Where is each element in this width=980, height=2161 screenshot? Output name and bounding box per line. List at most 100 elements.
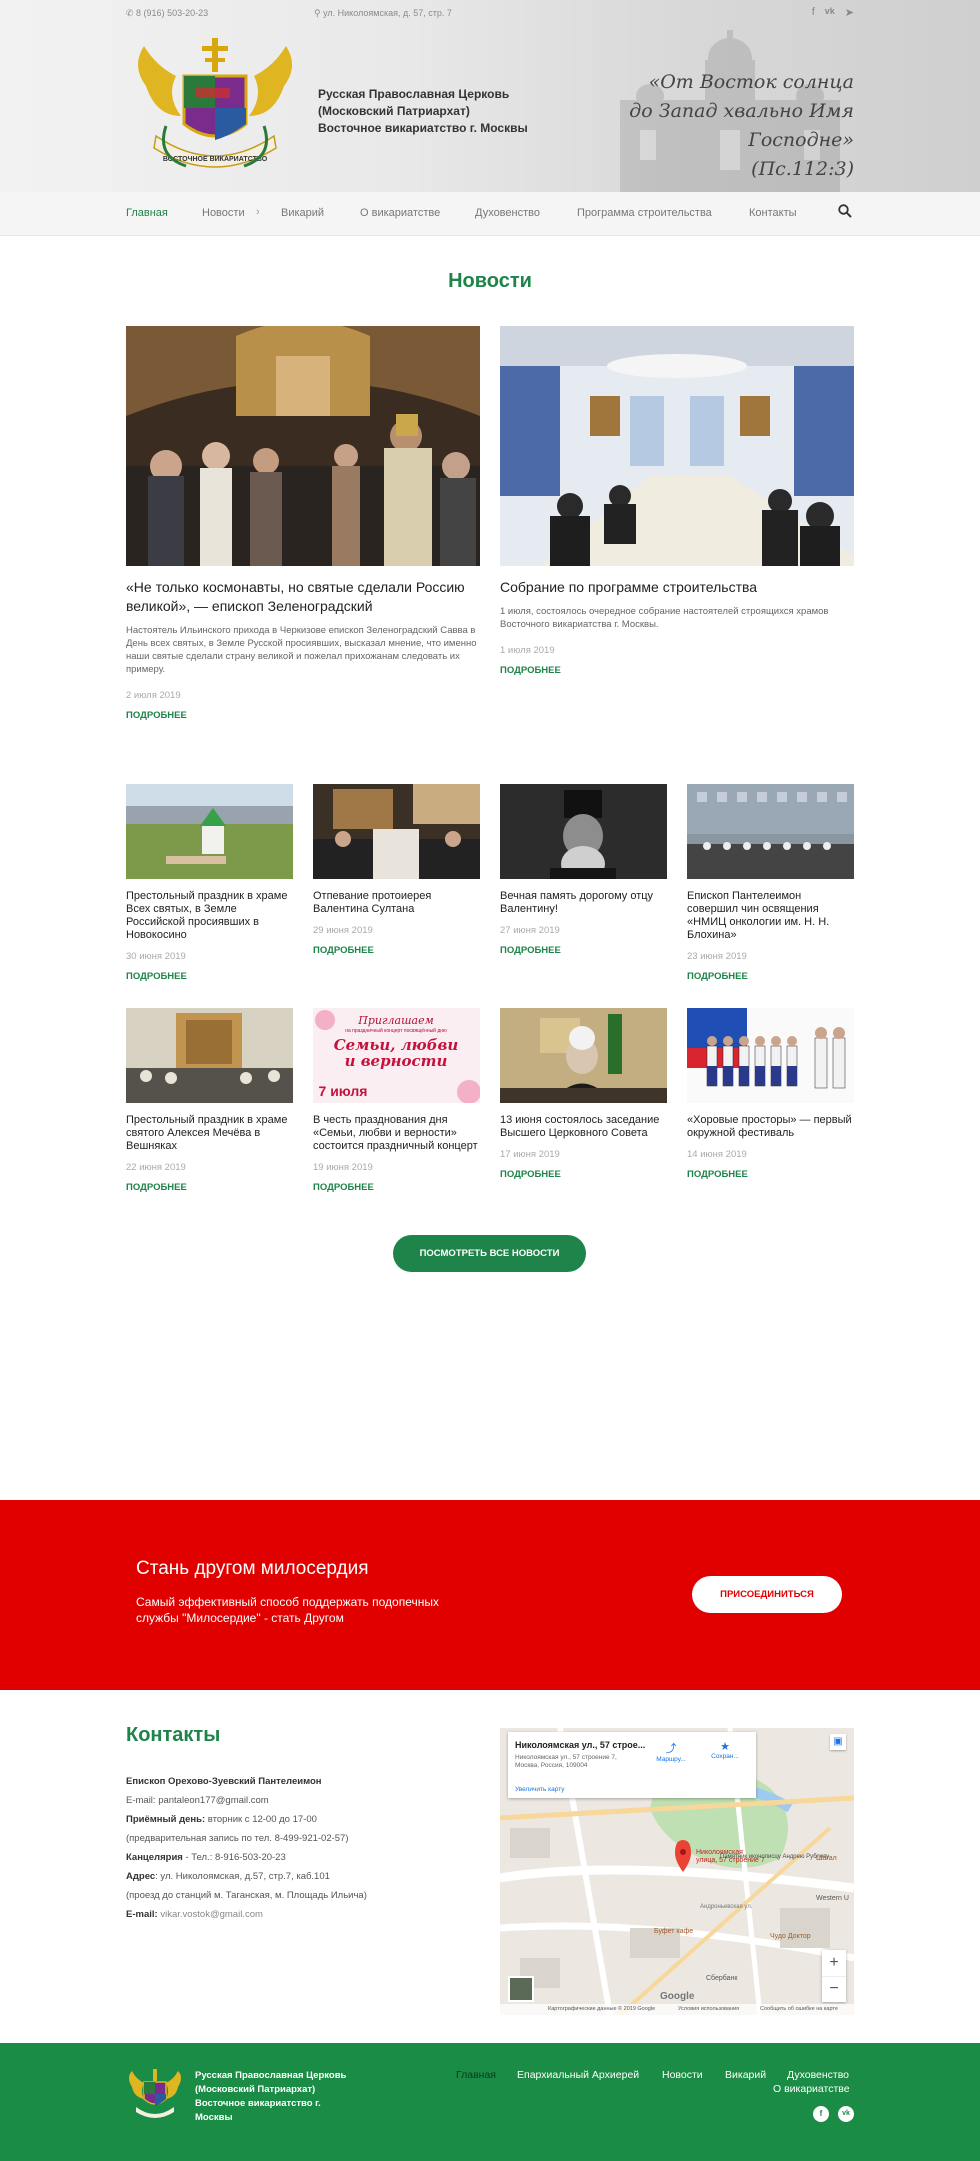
news-image[interactable] bbox=[126, 1008, 293, 1103]
phone-info: ✆ 8 (916) 503-20-23 bbox=[126, 8, 208, 19]
directions-icon: ⤴ bbox=[665, 1743, 677, 1755]
satellite-toggle[interactable] bbox=[508, 1976, 534, 2002]
star-icon: ★ bbox=[720, 1741, 730, 1753]
news-title[interactable]: Вечная память дорогому отцу Валентину! bbox=[500, 890, 667, 916]
google-map[interactable]: Памятник иконописцу Андрею Рублеву Буфет… bbox=[500, 1728, 854, 2015]
nav-item-home[interactable]: Главная bbox=[126, 207, 168, 219]
news-image[interactable] bbox=[313, 784, 480, 879]
address-label: Адрес bbox=[126, 1871, 156, 1882]
news-card[interactable]: Вечная память дорогому отцу Валентину! 2… bbox=[500, 784, 667, 958]
nav-item-news[interactable]: Новости bbox=[202, 207, 245, 219]
news-date: 22 июня 2019 bbox=[126, 1162, 186, 1173]
news-image[interactable] bbox=[126, 784, 293, 879]
news-title[interactable]: Епископ Пантелеимон совершил чин освящен… bbox=[687, 890, 854, 942]
read-more-link[interactable]: ПОДРОБНЕЕ bbox=[126, 710, 187, 721]
read-more-link[interactable]: ПОДРОБНЕЕ bbox=[500, 1169, 561, 1180]
news-date: 29 июня 2019 bbox=[313, 925, 373, 936]
read-more-link[interactable]: ПОДРОБНЕЕ bbox=[126, 971, 187, 982]
route-button[interactable]: ⤴ Маршру... bbox=[650, 1740, 692, 1763]
news-image[interactable] bbox=[500, 1008, 667, 1103]
email-label: E-mail: bbox=[126, 1909, 158, 1920]
news-card[interactable]: Престольный праздник в храме Всех святых… bbox=[126, 784, 293, 984]
news-card[interactable]: Епископ Пантелеимон совершил чин освящен… bbox=[687, 784, 854, 984]
read-more-link[interactable]: ПОДРОБНЕЕ bbox=[500, 945, 561, 956]
featured-news-card[interactable]: Собрание по программе строительства 1 ию… bbox=[500, 326, 854, 678]
news-image[interactable] bbox=[687, 784, 854, 879]
nav-item-vicar[interactable]: Викарий bbox=[281, 207, 324, 219]
footer-nav-news[interactable]: Новости bbox=[662, 2069, 703, 2081]
featured-news-card[interactable]: «Не только космонавты, но святые сделали… bbox=[126, 326, 480, 723]
join-button[interactable]: ПРИСОЕДИНИТЬСЯ bbox=[692, 1576, 842, 1613]
nav-item-contacts[interactable]: Контакты bbox=[749, 207, 797, 219]
news-image[interactable]: Приглашаем на праздничный концерт посвящ… bbox=[313, 1008, 480, 1103]
news-title[interactable]: Престольный праздник в храме Всех святых… bbox=[126, 890, 293, 942]
read-more-link[interactable]: ПОДРОБНЕЕ bbox=[313, 945, 374, 956]
footer-nav-about[interactable]: О викариатстве bbox=[773, 2083, 850, 2095]
svg-text:на праздничный концерт посвящё: на праздничный концерт посвящённый дню bbox=[345, 1027, 447, 1034]
fullscreen-user-icon[interactable]: ▣ bbox=[830, 1734, 846, 1750]
vk-icon[interactable]: vk bbox=[825, 6, 835, 19]
news-card[interactable]: Отпевание протоиерея Валентина Султана 2… bbox=[313, 784, 480, 958]
telegram-icon[interactable]: ➤ bbox=[845, 6, 854, 19]
footer-nav-home[interactable]: Главная bbox=[456, 2069, 496, 2081]
news-title[interactable]: 13 июня состоялось заседание Высшего Цер… bbox=[500, 1114, 667, 1140]
enlarge-map-link[interactable]: Увеличить карту bbox=[515, 1786, 565, 1793]
footer-nav-vicar[interactable]: Викарий bbox=[725, 2069, 766, 2081]
office-label: Канцелярия bbox=[126, 1852, 183, 1863]
svg-text:Western U: Western U bbox=[816, 1895, 849, 1902]
office-email-link[interactable]: vikar.vostok@gmail.com bbox=[160, 1909, 263, 1920]
reception-label: Приёмный день: bbox=[126, 1814, 206, 1825]
news-title[interactable]: Собрание по программе строительства bbox=[500, 578, 854, 597]
place-card: Николоямская ул., 57 строе... Николоямск… bbox=[508, 1732, 756, 1798]
preregistration-note: (предварительная запись по тел. 8-499-92… bbox=[126, 1833, 349, 1844]
footer-logo[interactable] bbox=[126, 2069, 184, 2121]
svg-text:Шагал: Шагал bbox=[816, 1855, 837, 1862]
nav-item-about[interactable]: О викариатстве bbox=[360, 207, 440, 219]
read-more-link[interactable]: ПОДРОБНЕЕ bbox=[500, 665, 561, 676]
view-all-news-button[interactable]: ПОСМОТРЕТЬ ВСЕ НОВОСТИ bbox=[393, 1235, 586, 1272]
news-card[interactable]: Приглашаем на праздничный концерт посвящ… bbox=[313, 1008, 480, 1195]
map-report-link[interactable]: Сообщить об ошибке на карте bbox=[760, 2004, 838, 2015]
news-title[interactable]: «Хоровые просторы» — первый окружной фес… bbox=[687, 1114, 854, 1140]
motto-line: до Запад хвально Имя Господне» bbox=[629, 100, 854, 151]
nav-item-clergy[interactable]: Духовенство bbox=[475, 207, 540, 219]
news-card[interactable]: Престольный праздник в храме святого Але… bbox=[126, 1008, 293, 1195]
news-date: 1 июля 2019 bbox=[500, 645, 555, 656]
news-image[interactable] bbox=[500, 784, 667, 879]
site-footer: Русская Православная Церковь (Московский… bbox=[0, 2043, 980, 2161]
news-image[interactable] bbox=[500, 326, 854, 566]
read-more-link[interactable]: ПОДРОБНЕЕ bbox=[313, 1182, 374, 1193]
news-title[interactable]: Отпевание протоиерея Валентина Султана bbox=[313, 890, 480, 916]
news-card[interactable]: 13 июня состоялось заседание Высшего Цер… bbox=[500, 1008, 667, 1182]
top-bar: ✆ 8 (916) 503-20-23 ⚲ ул. Николоямская, … bbox=[126, 6, 854, 22]
motto-line: «От Восток солнца bbox=[648, 71, 854, 93]
news-date: 27 июня 2019 bbox=[500, 925, 560, 936]
zoom-in-button[interactable]: + bbox=[822, 1950, 846, 1976]
site-logo[interactable]: ВОСТОЧНОЕ ВИКАРИАТСТВО bbox=[126, 36, 304, 182]
news-image[interactable] bbox=[687, 1008, 854, 1103]
route-label: Маршру... bbox=[656, 1756, 686, 1763]
facebook-icon[interactable]: f bbox=[812, 6, 815, 19]
news-card[interactable]: «Хоровые просторы» — первый окружной фес… bbox=[687, 1008, 854, 1182]
nav-item-construction[interactable]: Программа строительства bbox=[577, 207, 712, 219]
read-more-link[interactable]: ПОДРОБНЕЕ bbox=[687, 971, 748, 982]
map-terms-link[interactable]: Условия использования bbox=[678, 2004, 739, 2015]
map-attribution: Картографические данные © 2019 Google Ус… bbox=[500, 2004, 854, 2015]
zoom-out-button[interactable]: − bbox=[822, 1976, 846, 2002]
footer-org-line: (Московский Патриархат) bbox=[195, 2084, 316, 2095]
contacts-info: Епископ Орехово-Зуевский Пантелеимон E-m… bbox=[126, 1772, 456, 1924]
read-more-link[interactable]: ПОДРОБНЕЕ bbox=[126, 1182, 187, 1193]
footer-nav-bishop[interactable]: Епархиальный Архиерей bbox=[517, 2069, 639, 2081]
bishop-email[interactable]: E-mail: pantaleon177@gmail.com bbox=[126, 1791, 456, 1810]
phone-text[interactable]: 8 (916) 503-20-23 bbox=[136, 8, 208, 18]
news-image[interactable] bbox=[126, 326, 480, 566]
read-more-link[interactable]: ПОДРОБНЕЕ bbox=[687, 1169, 748, 1180]
facebook-icon[interactable]: f bbox=[813, 2106, 829, 2122]
news-title[interactable]: «Не только космонавты, но святые сделали… bbox=[126, 578, 480, 616]
vk-icon[interactable]: vk bbox=[838, 2106, 854, 2122]
search-icon[interactable] bbox=[838, 204, 852, 218]
news-title[interactable]: Престольный праздник в храме святого Але… bbox=[126, 1114, 293, 1153]
footer-nav-clergy[interactable]: Духовенство bbox=[787, 2069, 849, 2081]
save-place-button[interactable]: ★ Сохран... bbox=[704, 1740, 746, 1760]
news-title[interactable]: В честь празднования дня «Семьи, любви и… bbox=[313, 1114, 480, 1153]
